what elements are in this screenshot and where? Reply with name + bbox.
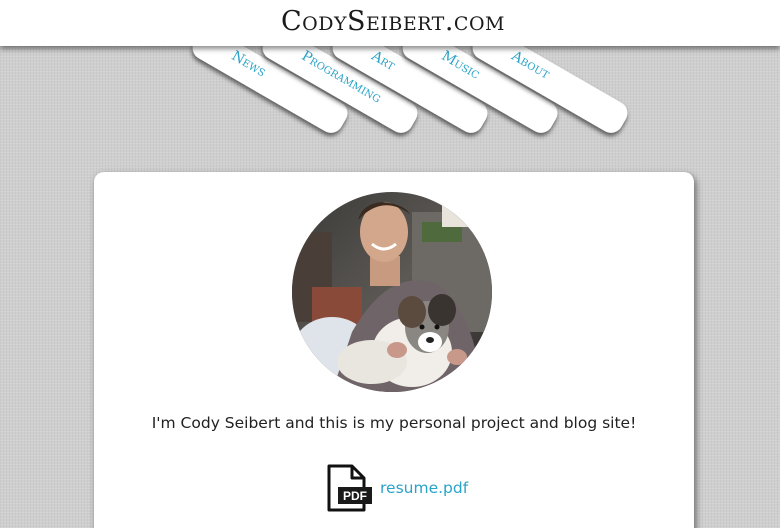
resume-link[interactable]: PDF resume.pdf bbox=[326, 463, 468, 513]
pdf-file-icon: PDF bbox=[327, 464, 372, 512]
nav-tab-label: Art bbox=[368, 48, 398, 74]
nav-tab-label: About bbox=[508, 48, 553, 83]
resume-link-label: resume.pdf bbox=[380, 479, 469, 497]
pdf-badge-text: PDF bbox=[343, 489, 367, 503]
intro-text: I'm Cody Seibert and this is my personal… bbox=[151, 414, 637, 432]
site-title-link[interactable]: CodySeibert.com bbox=[0, 6, 780, 37]
site-header: CodySeibert.com bbox=[0, 0, 780, 46]
profile-photo-image bbox=[292, 192, 492, 392]
profile-card: I'm Cody Seibert and this is my personal… bbox=[94, 172, 694, 528]
profile-photo bbox=[292, 192, 492, 392]
